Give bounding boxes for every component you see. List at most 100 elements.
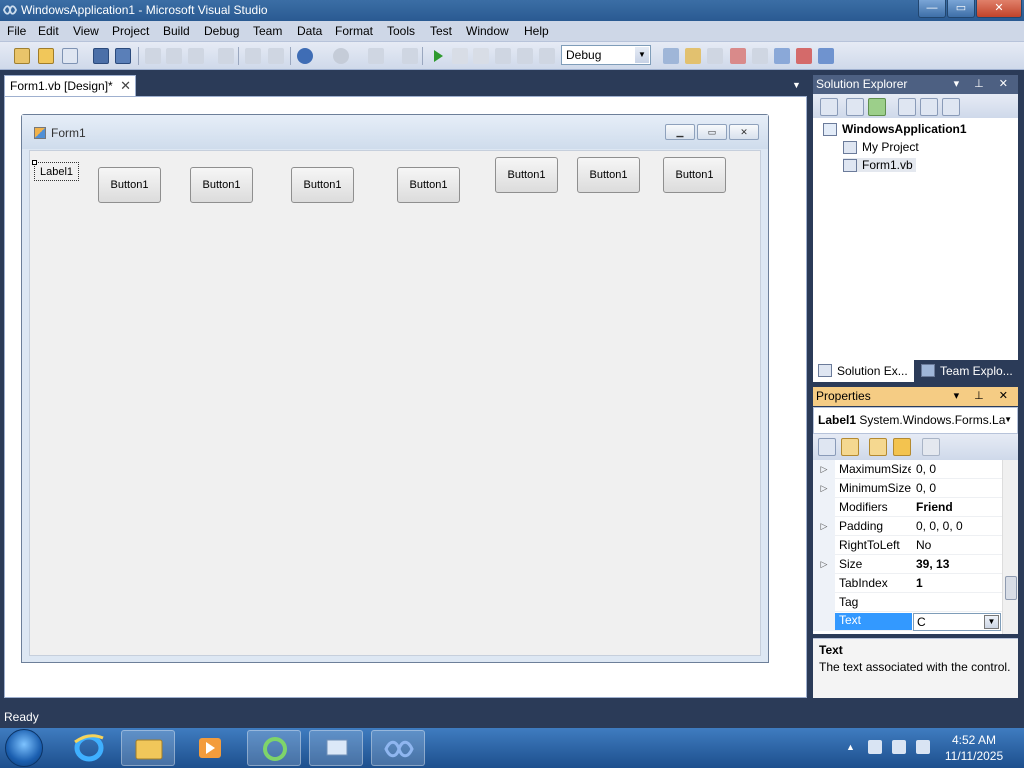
menu-view[interactable]: View	[73, 24, 99, 38]
property-row-modifiers[interactable]: Modifiers Friend	[813, 498, 1003, 517]
add-item-icon[interactable]	[62, 48, 78, 64]
tab-solution-explorer[interactable]: Solution Ex...	[813, 360, 914, 382]
properties-object-select[interactable]: Label1 System.Windows.Forms.La ▼	[813, 407, 1018, 434]
chevron-down-icon[interactable]: ▼	[635, 47, 649, 63]
property-value[interactable]: 0, 0, 0, 0	[916, 519, 963, 533]
view-class-diagram-icon[interactable]	[942, 98, 960, 116]
expand-icon[interactable]: ▷	[813, 555, 835, 574]
view-code-icon[interactable]	[898, 98, 916, 116]
start-page-icon[interactable]	[774, 48, 790, 64]
refresh-icon[interactable]	[868, 98, 886, 116]
solution-configuration-select[interactable]: Debug ▼	[561, 45, 651, 65]
property-row-minimumsize[interactable]: ▷ MinimumSize 0, 0	[813, 479, 1003, 498]
form-client-area[interactable]	[29, 150, 761, 656]
button1-control[interactable]: Button1	[98, 167, 161, 203]
label1-control[interactable]: Label1	[32, 160, 79, 181]
properties-window-icon[interactable]	[707, 48, 723, 64]
undo-icon[interactable]	[297, 48, 313, 64]
close-button[interactable]: ✕	[976, 0, 1022, 18]
paste-icon[interactable]	[188, 48, 204, 64]
internet-explorer-icon[interactable]	[62, 730, 116, 766]
menu-file[interactable]: File	[7, 24, 26, 38]
menu-edit[interactable]: Edit	[38, 24, 59, 38]
property-value[interactable]: 0, 0	[916, 462, 936, 476]
windows-explorer-icon[interactable]	[121, 730, 175, 766]
form-minimize-button[interactable]: ▁	[665, 124, 695, 140]
text-property-input[interactable]: C ▼	[913, 613, 1001, 631]
command-window-icon[interactable]	[818, 48, 834, 64]
property-value[interactable]: 39, 13	[916, 557, 949, 571]
button1-control[interactable]: Button1	[577, 157, 640, 193]
app-icon-network[interactable]	[309, 730, 363, 766]
cut-icon[interactable]	[145, 48, 161, 64]
property-row-maximumsize[interactable]: ▷ MaximumSize 0, 0	[813, 460, 1003, 479]
property-row-size[interactable]: ▷ Size 39, 13	[813, 555, 1003, 574]
expand-icon[interactable]: ▷	[813, 479, 835, 498]
close-tab-icon[interactable]: ✕	[120, 78, 131, 94]
object-browser-icon[interactable]	[730, 48, 746, 64]
print-icon[interactable]	[218, 48, 234, 64]
categorized-icon[interactable]	[818, 438, 836, 456]
menu-test[interactable]: Test	[430, 24, 452, 38]
property-value[interactable]: No	[916, 538, 931, 552]
tab-form1-design[interactable]: Form1.vb [Design]* ✕	[4, 75, 136, 96]
media-player-icon[interactable]	[183, 730, 237, 766]
property-pages-icon[interactable]	[922, 438, 940, 456]
start-debugging-icon[interactable]	[430, 48, 446, 64]
uncomment-icon[interactable]	[268, 48, 284, 64]
start-button[interactable]	[5, 729, 43, 767]
chevron-down-icon[interactable]: ▼	[984, 615, 999, 629]
app-icon-gear[interactable]	[247, 730, 301, 766]
tree-item-project[interactable]: WindowsApplication1	[823, 122, 967, 136]
property-value[interactable]: 0, 0	[916, 481, 936, 495]
solution-explorer-icon[interactable]	[685, 48, 701, 64]
scrollbar-thumb[interactable]	[1005, 576, 1017, 600]
visual-studio-taskbar-icon[interactable]	[371, 730, 425, 766]
copy-icon[interactable]	[166, 48, 182, 64]
menu-tools[interactable]: Tools	[387, 24, 415, 38]
property-row-righttoleft[interactable]: RightToLeft No	[813, 536, 1003, 555]
show-hidden-icons-icon[interactable]: ▲	[846, 742, 855, 752]
error-list-icon[interactable]	[796, 48, 812, 64]
button1-control[interactable]: Button1	[495, 157, 558, 193]
button1-control[interactable]: Button1	[663, 157, 726, 193]
form-close-button[interactable]: ✕	[729, 124, 759, 140]
tree-item-form1[interactable]: Form1.vb	[843, 158, 916, 172]
show-all-files-icon[interactable]	[846, 98, 864, 116]
network-status-icon[interactable]	[916, 740, 930, 754]
navigate-forward-icon[interactable]	[402, 48, 418, 64]
properties-view-icon[interactable]	[869, 438, 887, 456]
find-in-files-icon[interactable]	[663, 48, 679, 64]
save-icon[interactable]	[93, 48, 109, 64]
property-row-tag[interactable]: Tag	[813, 593, 1003, 612]
resize-grip[interactable]	[32, 160, 37, 165]
properties-icon[interactable]	[820, 98, 838, 116]
menu-window[interactable]: Window	[466, 24, 509, 38]
menu-debug[interactable]: Debug	[204, 24, 239, 38]
form-maximize-button[interactable]: ▭	[697, 124, 727, 140]
button1-control[interactable]: Button1	[291, 167, 354, 203]
navigate-backward-icon[interactable]	[368, 48, 384, 64]
property-row-text[interactable]: Text C ▼	[813, 612, 1003, 631]
action-center-icon[interactable]	[892, 740, 906, 754]
pause-icon[interactable]	[452, 48, 468, 64]
new-project-icon[interactable]	[14, 48, 30, 64]
menu-format[interactable]: Format	[335, 24, 373, 38]
button1-control[interactable]: Button1	[190, 167, 253, 203]
volume-icon[interactable]	[868, 740, 882, 754]
property-row-tabindex[interactable]: TabIndex 1	[813, 574, 1003, 593]
open-file-icon[interactable]	[38, 48, 54, 64]
button1-control[interactable]: Button1	[397, 167, 460, 203]
menu-help[interactable]: Help	[524, 24, 549, 38]
comment-icon[interactable]	[245, 48, 261, 64]
menu-data[interactable]: Data	[297, 24, 322, 38]
taskbar-clock[interactable]: 4:52 AM 11/11/2025	[944, 732, 1004, 764]
save-all-icon[interactable]	[115, 48, 131, 64]
events-lightning-icon[interactable]	[893, 438, 911, 456]
view-designer-icon[interactable]	[920, 98, 938, 116]
toolbox-icon[interactable]	[752, 48, 768, 64]
redo-icon[interactable]	[333, 48, 349, 64]
property-value[interactable]: Friend	[916, 500, 953, 514]
expand-icon[interactable]: ▷	[813, 460, 835, 479]
menu-build[interactable]: Build	[163, 24, 190, 38]
